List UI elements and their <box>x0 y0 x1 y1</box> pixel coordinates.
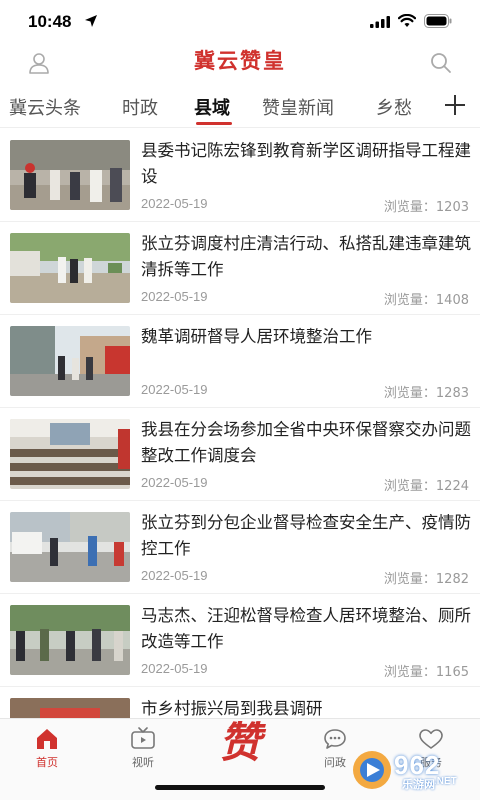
news-views: 浏览量：1165 <box>383 665 469 680</box>
news-date: 2022-05-19 <box>141 568 208 583</box>
tab-xianyu[interactable]: 县域 <box>194 94 230 120</box>
news-views: 浏览量：1283 <box>383 386 469 401</box>
cellular-signal-icon <box>370 16 390 28</box>
news-item[interactable]: 张立芬调度村庄清洁行动、私搭乱建违章建筑清拆等工作 2022-05-19 浏览量… <box>0 223 480 315</box>
news-views: 浏览量：1408 <box>383 293 469 308</box>
status-bar: 10:48 <box>0 0 480 44</box>
news-title: 张立芬调度村庄清洁行动、私搭乱建违章建筑清拆等工作 <box>141 234 471 279</box>
status-time: 10:48 <box>28 12 72 31</box>
tv-icon <box>131 727 155 749</box>
tab-jiyun-toutiao[interactable]: 冀云头条 <box>9 94 81 120</box>
active-tab-indicator <box>196 122 232 125</box>
news-date: 2022-05-19 <box>141 289 208 304</box>
wifi-icon <box>398 14 416 27</box>
news-item[interactable]: 张立芬到分包企业督导检查安全生产、疫情防控工作 2022-05-19 浏览量：1… <box>0 502 480 594</box>
news-date: 2022-05-19 <box>141 661 208 676</box>
news-item[interactable]: 马志杰、汪迎松督导检查人居环境整治、厕所改造等工作 2022-05-19 浏览量… <box>0 595 480 687</box>
news-title: 魏革调研督导人居环境整治工作 <box>141 327 372 346</box>
news-thumbnail <box>10 698 130 718</box>
news-item[interactable]: 我县在分会场参加全省中央环保督察交办问题整改工作调度会 2022-05-19 浏… <box>0 409 480 501</box>
news-item[interactable]: 县委书记陈宏锋到教育新学区调研指导工程建设 2022-05-19 浏览量：120… <box>0 130 480 222</box>
news-thumbnail <box>10 233 130 303</box>
battery-icon <box>424 14 452 28</box>
news-title: 马志杰、汪迎松督导检查人居环境整治、厕所改造等工作 <box>141 606 471 651</box>
watermark-logo-icon <box>353 751 391 789</box>
news-title: 张立芬到分包企业督导检查安全生产、疫情防控工作 <box>141 513 471 558</box>
news-views: 浏览量：1203 <box>383 200 469 215</box>
location-arrow-icon <box>85 15 97 27</box>
nav-video-label: 视听 <box>132 756 154 769</box>
news-thumbnail <box>10 605 130 675</box>
news-title: 我县在分会场参加全省中央环保督察交办问题整改工作调度会 <box>141 420 471 465</box>
home-icon <box>37 729 57 749</box>
category-tab-bar: 冀云头条 时政 县域 赞皇新闻 乡愁 <box>0 86 480 128</box>
news-thumbnail <box>10 140 130 210</box>
news-date: 2022-05-19 <box>141 382 208 397</box>
zan-logo-glyph: 赞 <box>218 718 261 767</box>
add-channel-icon[interactable] <box>440 90 470 120</box>
news-title: 县委书记陈宏锋到教育新学区调研指导工程建设 <box>141 141 471 186</box>
news-date: 2022-05-19 <box>141 196 208 211</box>
app-title: 冀云赞皇 <box>194 49 286 73</box>
search-icon[interactable] <box>428 50 454 76</box>
watermark-net: .NET <box>434 776 457 787</box>
news-item[interactable]: 魏革调研督导人居环境整治工作 2022-05-19 浏览量：1283 <box>0 316 480 408</box>
nav-video[interactable]: 视听 <box>113 727 173 770</box>
app-header: 冀云赞皇 <box>0 44 480 84</box>
tab-zanhuang-news[interactable]: 赞皇新闻 <box>262 94 334 120</box>
watermark-site: 乐游网 <box>402 778 435 791</box>
home-indicator-bar <box>155 785 325 790</box>
news-item[interactable]: 市乡村振兴局到我县调研 <box>0 688 480 718</box>
news-views: 浏览量：1224 <box>383 479 469 494</box>
site-watermark: 962 .NET 乐游网 <box>342 746 478 796</box>
news-thumbnail <box>10 419 130 489</box>
nav-home[interactable]: 首页 <box>17 727 77 770</box>
news-list: 县委书记陈宏锋到教育新学区调研指导工程建设 2022-05-19 浏览量：120… <box>0 130 480 718</box>
tab-xiangchou[interactable]: 乡愁 <box>376 94 412 120</box>
news-thumbnail <box>10 512 130 582</box>
nav-center-zan[interactable]: 赞 <box>212 717 268 773</box>
tab-shizheng[interactable]: 时政 <box>122 94 158 120</box>
news-date: 2022-05-19 <box>141 475 208 490</box>
news-title: 市乡村振兴局到我县调研 <box>141 699 323 718</box>
news-views: 浏览量：1282 <box>383 572 469 587</box>
nav-home-label: 首页 <box>36 756 58 769</box>
news-thumbnail <box>10 326 130 396</box>
